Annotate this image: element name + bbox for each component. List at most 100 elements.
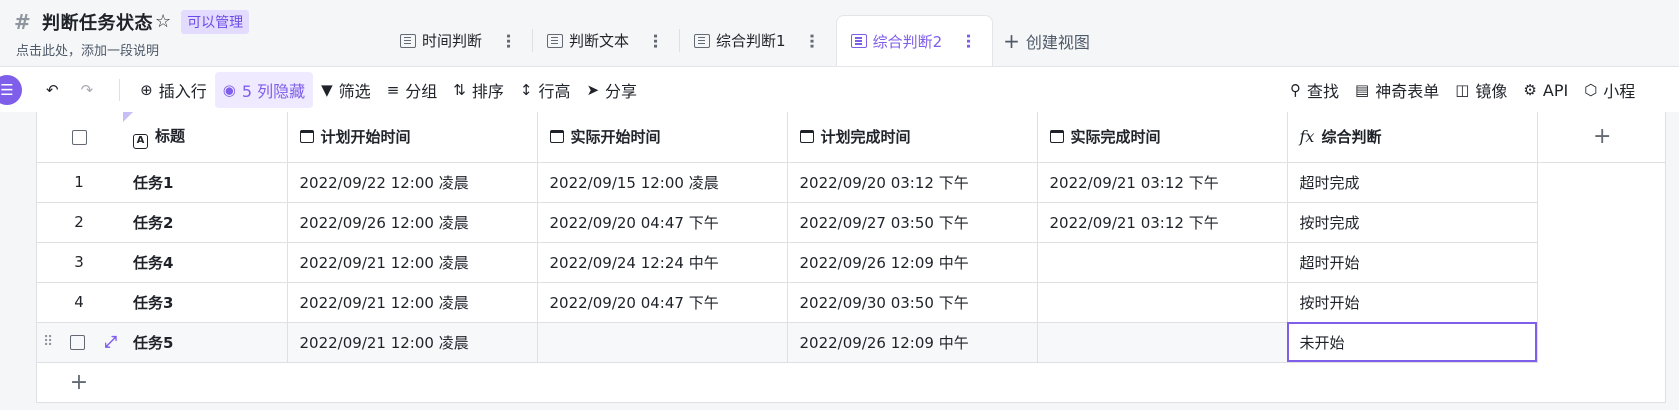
cube-icon: ⬡	[1584, 81, 1598, 99]
cell-combined-judge[interactable]: 超时完成	[1286, 162, 1537, 203]
column-header-plan-start[interactable]: 计划开始时间	[286, 112, 537, 163]
cell-title[interactable]: 任务3	[121, 282, 287, 323]
row-checkbox[interactable]	[70, 334, 86, 350]
add-row-button[interactable]: +	[37, 362, 121, 402]
empty-cell	[1536, 282, 1665, 322]
table-row[interactable]: 1 任务1 2022/09/22 12:00 凌晨 2022/09/15 12:…	[37, 162, 1665, 203]
drag-handle-icon[interactable]: ⠿	[43, 334, 53, 350]
column-header-actual-finish[interactable]: 实际完成时间	[1036, 112, 1287, 163]
add-column-button[interactable]: +	[1536, 112, 1665, 163]
cell-combined-judge[interactable]: 按时开始	[1286, 282, 1537, 323]
tab-combined-judge-1[interactable]: 综合判断1 ···	[686, 15, 830, 66]
cell-plan-start[interactable]: 2022/09/26 12:00 凌晨	[286, 202, 537, 243]
cell-plan-finish[interactable]: 2022/09/26 12:09 中午	[786, 322, 1037, 363]
column-header-plan-finish[interactable]: 计划完成时间	[786, 112, 1037, 163]
permission-badge[interactable]: 可以管理	[181, 10, 250, 34]
star-icon[interactable]: ☆	[155, 13, 171, 31]
toolbar-right: ⚲ 查找 ▤ 神奇表单 ◫ 镜像 ⚙ API ⬡ 小程	[1282, 67, 1643, 113]
column-header-actual-start[interactable]: 实际开始时间	[536, 112, 787, 163]
cell-plan-finish[interactable]: 2022/09/30 03:50 下午	[786, 282, 1037, 323]
tab-text-judge[interactable]: 判断文本 ···	[539, 15, 673, 66]
column-label: 实际完成时间	[1070, 128, 1161, 147]
select-all-cell[interactable]	[37, 112, 121, 163]
row-index: 2	[37, 202, 121, 243]
expand-record-icon[interactable]: ⤢	[104, 332, 117, 352]
column-header-combined-judge[interactable]: fx 综合判断	[1286, 112, 1537, 163]
empty-cell	[1536, 202, 1665, 242]
insert-row-button[interactable]: ⊕ 插入行	[132, 72, 215, 108]
cell-combined-judge[interactable]: 超时开始	[1286, 242, 1537, 283]
cell-actual-finish[interactable]: 2022/09/21 03:12 下午	[1036, 162, 1287, 203]
cell-title[interactable]: 任务1	[121, 162, 287, 203]
hidden-columns-button[interactable]: ◉ 5 列隐藏	[214, 72, 314, 108]
cell-plan-start[interactable]: 2022/09/21 12:00 凌晨	[286, 242, 537, 283]
table-row[interactable]: 2 任务2 2022/09/26 12:00 凌晨 2022/09/20 04:…	[37, 202, 1665, 243]
empty-cell	[287, 362, 537, 402]
cell-plan-start[interactable]: 2022/09/21 12:00 凌晨	[286, 282, 537, 323]
data-grid: A 标题 计划开始时间 实际开始时间 计划完成时间 实际完成时间 fx 综合判断 +…	[36, 112, 1666, 403]
tab-divider	[679, 29, 681, 52]
more-icon[interactable]: ···	[499, 33, 518, 48]
create-view-button[interactable]: + 创建视图	[993, 15, 1100, 66]
row-height-button[interactable]: ↕ 行高	[512, 72, 579, 108]
cell-plan-start[interactable]: 2022/09/22 12:00 凌晨	[286, 162, 537, 203]
sidebar-toggle-icon[interactable]: ☰	[0, 75, 22, 105]
cell-plan-start[interactable]: 2022/09/21 12:00 凌晨	[286, 322, 537, 363]
cell-combined-judge-selected[interactable]: 未开始	[1286, 322, 1537, 363]
tab-combined-judge-2[interactable]: 综合判断2 ···	[835, 15, 994, 66]
hidden-columns-label: 5 列隐藏	[241, 82, 306, 101]
magic-form-button[interactable]: ▤ 神奇表单	[1347, 72, 1447, 108]
table-row[interactable]: 4 任务3 2022/09/21 12:00 凌晨 2022/09/20 04:…	[37, 282, 1665, 323]
cell-plan-finish[interactable]: 2022/09/27 03:50 下午	[786, 202, 1037, 243]
group-label: 分组	[405, 82, 438, 101]
sort-button[interactable]: ⇅ 排序	[445, 72, 512, 108]
cell-actual-finish[interactable]	[1036, 322, 1287, 363]
empty-cell	[1287, 362, 1537, 402]
tab-time-judge[interactable]: 时间判断 ···	[392, 15, 526, 66]
sheet-title[interactable]: 判断任务状态	[42, 9, 153, 35]
sheet-description[interactable]: 点击此处，添加一段说明	[14, 40, 249, 59]
undo-button[interactable]: ↶	[38, 72, 73, 108]
redo-button[interactable]: ↷	[73, 72, 108, 108]
search-icon: ⚲	[1290, 81, 1301, 99]
more-icon[interactable]: ···	[959, 33, 978, 48]
cell-plan-finish[interactable]: 2022/09/20 03:12 下午	[786, 162, 1037, 203]
empty-cell	[1536, 162, 1665, 202]
more-icon[interactable]: ···	[803, 33, 822, 48]
cell-actual-start[interactable]	[536, 322, 787, 363]
table-row[interactable]: 3 任务4 2022/09/21 12:00 凌晨 2022/09/24 12:…	[37, 242, 1665, 283]
cell-actual-finish[interactable]	[1036, 242, 1287, 283]
add-row: +	[37, 362, 1665, 402]
cell-title[interactable]: 任务5	[121, 322, 287, 363]
more-icon[interactable]: ···	[646, 33, 665, 48]
api-button[interactable]: ⚙ API	[1515, 72, 1576, 108]
cell-plan-finish[interactable]: 2022/09/26 12:09 中午	[786, 242, 1037, 283]
cell-actual-start[interactable]: 2022/09/20 04:47 下午	[536, 202, 787, 243]
row-index: 4	[37, 282, 121, 323]
select-all-checkbox[interactable]	[71, 129, 87, 145]
filter-button[interactable]: ▼ 筛选	[313, 72, 379, 108]
table-row-hovered[interactable]: ⠿ ⤢ 任务5 2022/09/21 12:00 凌晨 2022/09/26 1…	[37, 322, 1665, 363]
cell-actual-start[interactable]: 2022/09/24 12:24 中午	[536, 242, 787, 283]
find-button[interactable]: ⚲ 查找	[1282, 72, 1347, 108]
calendar-icon	[799, 130, 814, 144]
cell-title[interactable]: 任务4	[121, 242, 287, 283]
cell-combined-judge[interactable]: 按时完成	[1286, 202, 1537, 243]
column-header-title[interactable]: A 标题	[121, 112, 287, 163]
share-button[interactable]: ➤ 分享	[578, 72, 645, 108]
mini-program-button[interactable]: ⬡ 小程	[1576, 72, 1643, 108]
title-block: # 判断任务状态 ☆ 可以管理 点击此处，添加一段说明	[14, 8, 250, 59]
row-tools: ⠿ ⤢	[37, 332, 121, 352]
cell-title[interactable]: 任务2	[121, 202, 287, 243]
tab-label: 综合判断1	[716, 32, 786, 50]
cell-actual-finish[interactable]	[1036, 282, 1287, 323]
mirror-button[interactable]: ◫ 镜像	[1447, 72, 1515, 108]
cell-actual-start[interactable]: 2022/09/20 04:47 下午	[536, 282, 787, 323]
empty-cell	[787, 362, 1037, 402]
column-label: 计划开始时间	[320, 128, 411, 147]
empty-cell	[1537, 362, 1665, 402]
header-row: A 标题 计划开始时间 实际开始时间 计划完成时间 实际完成时间 fx 综合判断 +	[37, 112, 1665, 163]
cell-actual-finish[interactable]: 2022/09/21 03:12 下午	[1036, 202, 1287, 243]
cell-actual-start[interactable]: 2022/09/15 12:00 凌晨	[536, 162, 787, 203]
group-button[interactable]: ≡ 分组	[379, 72, 446, 108]
